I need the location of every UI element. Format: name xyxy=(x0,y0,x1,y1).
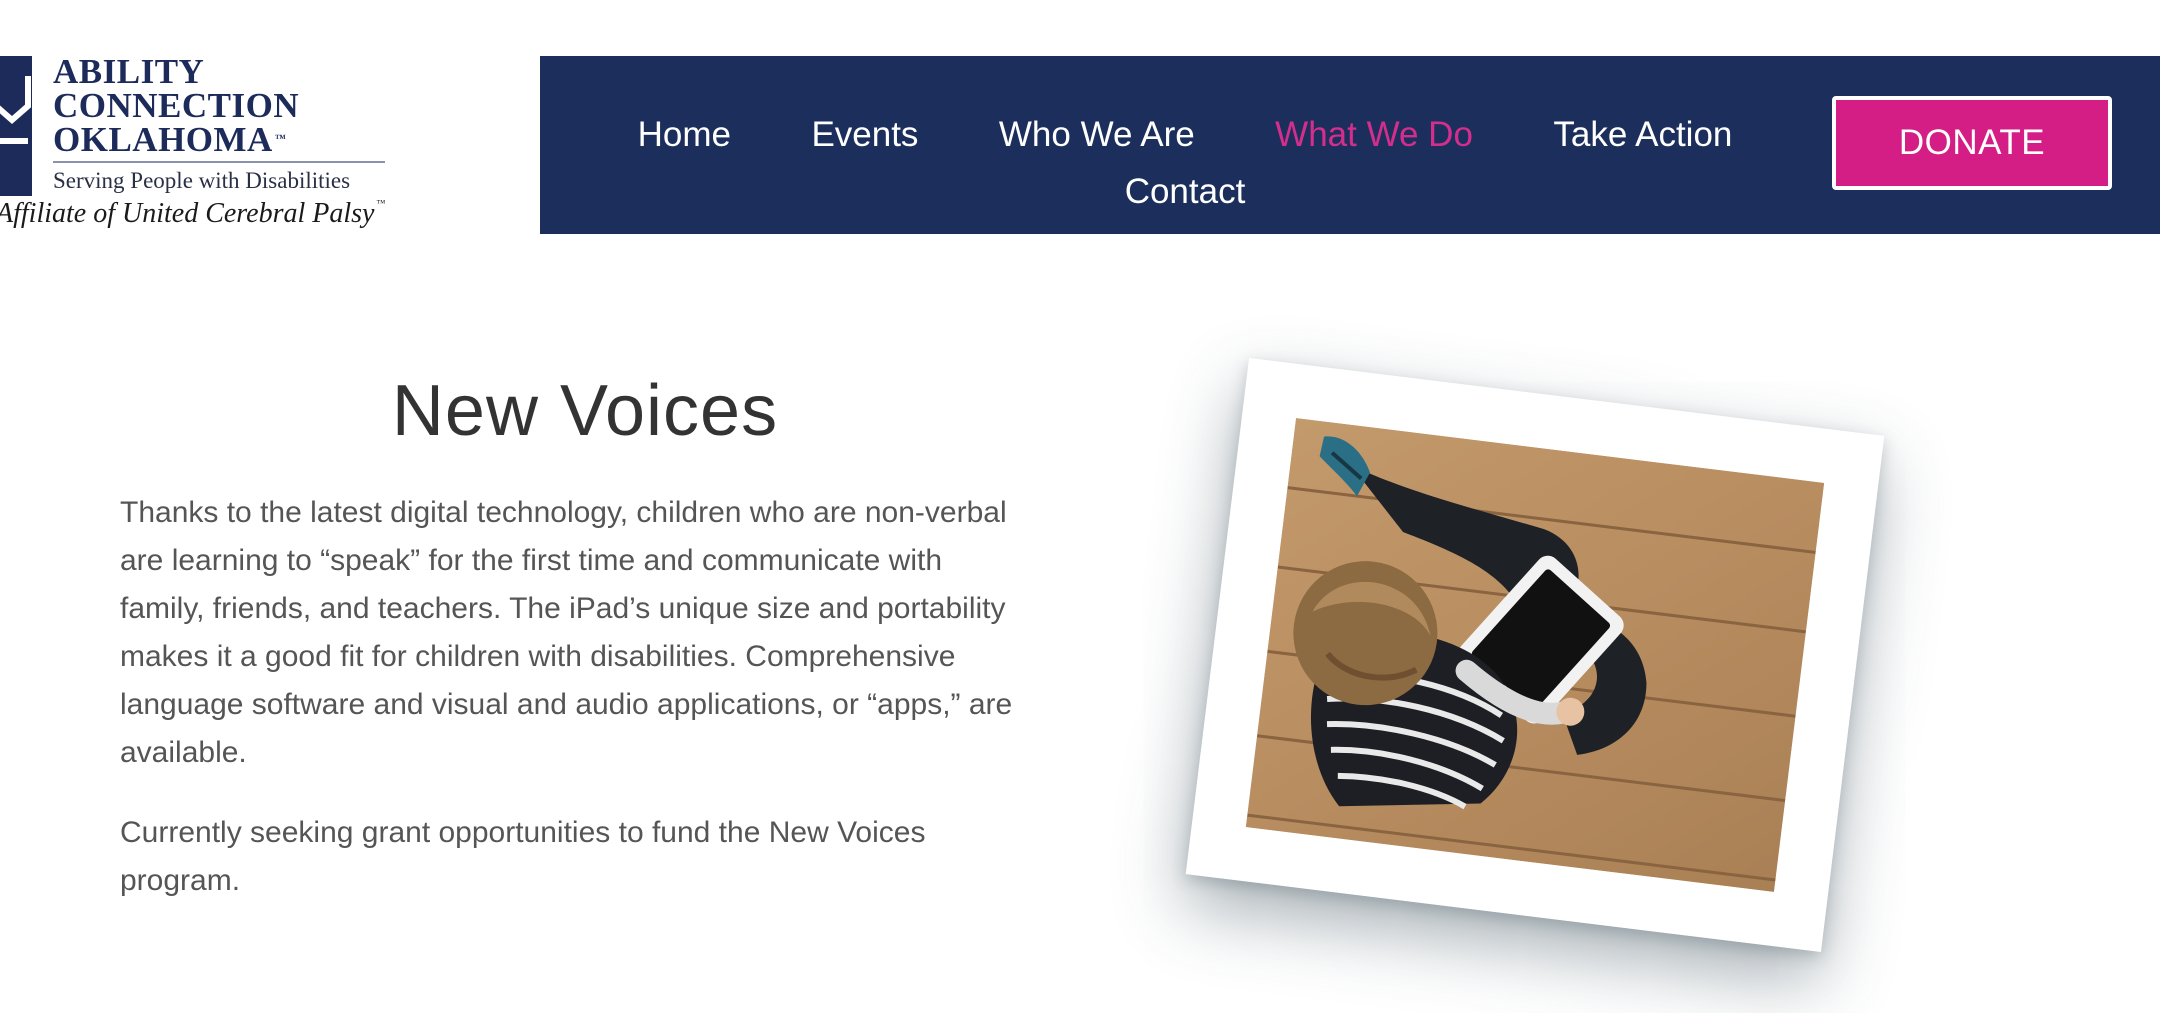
nav-item-home[interactable]: Home xyxy=(638,110,731,160)
nav-item-who-we-are[interactable]: Who We Are xyxy=(999,110,1195,160)
logo-trademark: ™ xyxy=(274,133,287,145)
intro-paragraph: Thanks to the latest digital technology,… xyxy=(120,496,1013,769)
logo-divider xyxy=(53,161,385,163)
nav-item-take-action[interactable]: Take Action xyxy=(1553,110,1732,160)
nav-links: Home Events Who We Are What We Do Take A… xyxy=(580,110,1790,224)
child-tablet-photo xyxy=(1245,418,1825,892)
logo-emblem-icon xyxy=(0,56,32,196)
nav-item-events[interactable]: Events xyxy=(811,110,918,160)
site-logo[interactable]: ABILITY CONNECTION OKLAHOMA ™ Serving Peo… xyxy=(0,52,410,237)
funding-paragraph: Currently seeking grant opportunities to… xyxy=(120,816,926,897)
logo-affiliate-trademark: ™ xyxy=(376,198,386,208)
logo-line-3: OKLAHOMA xyxy=(53,120,273,159)
logo-tagline: Serving People with Disabilities xyxy=(53,168,351,193)
nav-item-contact[interactable]: Contact xyxy=(1125,167,1246,217)
nav-item-what-we-do[interactable]: What We Do xyxy=(1275,110,1473,160)
photo-frame xyxy=(1185,357,1885,953)
logo-affiliate-text: Affiliate of United Cerebral Palsy xyxy=(0,198,375,229)
donate-button[interactable]: DONATE xyxy=(1832,96,2112,190)
page-title: New Voices xyxy=(391,371,779,451)
main-navigation: Home Events Who We Are What We Do Take A… xyxy=(540,56,2160,234)
photo-child-with-tablet-icon xyxy=(1245,418,1825,892)
